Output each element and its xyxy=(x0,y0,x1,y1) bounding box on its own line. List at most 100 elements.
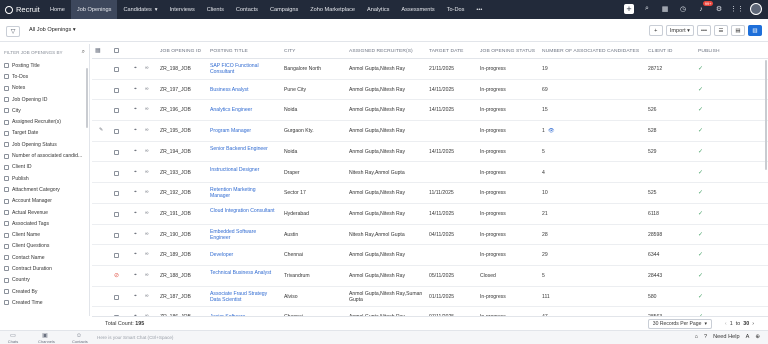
filter-item[interactable]: Job Opening Status xyxy=(0,139,89,150)
app-logo[interactable]: Recruit xyxy=(0,5,44,14)
need-help-link[interactable]: Need Help xyxy=(713,334,739,340)
row-checkbox[interactable] xyxy=(114,191,119,197)
records-per-page-select[interactable]: 30 Records Per Page ▾ xyxy=(647,319,712,329)
preview-glasses-icon[interactable]: ∞ xyxy=(145,148,149,154)
nav-item-job-openings[interactable]: Job Openings xyxy=(70,0,118,19)
table-row[interactable]: ✎ ⌖ ∞ ZR_195_JOB Program Manager Gurgaon Kty.… xyxy=(92,121,768,142)
table-row[interactable]: ⌖ ∞ ZR_187_JOB Associate Fraud Strategy Dat… xyxy=(92,287,768,308)
filter-item[interactable]: Assigned Recruiter(s) xyxy=(0,116,89,127)
table-scrollbar[interactable] xyxy=(765,60,767,170)
cell-title[interactable]: Embedded Software Engineer xyxy=(210,229,276,242)
cell-title[interactable]: Business Analyst xyxy=(210,87,276,93)
filter-item[interactable]: To-Dos xyxy=(0,71,89,82)
pin-icon[interactable]: ⌖ xyxy=(134,189,137,195)
contacts-button[interactable]: ☺ Contacts xyxy=(72,333,88,344)
row-checkbox[interactable] xyxy=(114,149,119,155)
table-row[interactable]: ⌖ ∞ ZR_194_JOB Senior Backend Engineer Noida… xyxy=(92,142,768,163)
filter-item[interactable]: Client ID xyxy=(0,162,89,173)
filter-item[interactable]: Client Name xyxy=(0,229,89,240)
header-job-opening-id[interactable]: JOB OPENING ID xyxy=(160,49,201,54)
view-selector[interactable]: All Job Openings ▾ xyxy=(29,27,76,33)
pin-icon[interactable]: ⌖ xyxy=(134,293,137,299)
cell-title[interactable]: Analytics Engineer xyxy=(210,107,276,113)
pin-icon[interactable]: ⌖ xyxy=(134,210,137,216)
preview-glasses-icon[interactable]: ∞ xyxy=(145,293,149,299)
filter-checkbox[interactable] xyxy=(4,164,9,170)
filter-item[interactable]: Created By xyxy=(0,286,89,297)
header-client-id[interactable]: CLIENT ID xyxy=(648,49,672,54)
table-row[interactable]: ⌖ ∞ ZR_197_JOB Business Analyst Pune City Anm… xyxy=(92,80,768,101)
row-checkbox[interactable] xyxy=(114,253,119,259)
smart-chat-input[interactable]: Here is your Smart Chat (Ctrl+Space) xyxy=(97,335,173,340)
nav-item-to-dos[interactable]: To-Dos xyxy=(441,0,471,19)
filter-checkbox[interactable] xyxy=(4,243,9,249)
attach-icon[interactable]: ⌂ xyxy=(695,334,698,340)
zoom-icon[interactable]: ⊕ xyxy=(755,334,760,340)
list-view-button[interactable]: ☰ xyxy=(714,25,728,36)
header-posting-title[interactable]: POSTING TITLE xyxy=(210,49,248,54)
filter-checkbox[interactable] xyxy=(4,300,9,306)
filter-checkbox[interactable] xyxy=(4,63,9,69)
table-row[interactable]: ⌖ ∞ ZR_190_JOB Embedded Software Engineer Au… xyxy=(92,225,768,246)
filter-toggle-button[interactable]: ▽ xyxy=(6,26,20,37)
row-checkbox[interactable] xyxy=(114,232,119,238)
header-target-date[interactable]: TARGET DATE xyxy=(429,49,464,54)
create-job-button[interactable]: + xyxy=(648,25,663,36)
filter-checkbox[interactable] xyxy=(4,74,9,80)
cell-title[interactable]: Associate Fraud Strategy Data Scientist xyxy=(210,291,276,304)
filter-item[interactable]: Number of associated candid... xyxy=(0,150,89,161)
cell-title[interactable]: SAP FICO Functional Consultant xyxy=(210,63,276,76)
preview-glasses-icon[interactable]: ∞ xyxy=(145,65,149,71)
filter-checkbox[interactable] xyxy=(4,130,9,136)
table-row[interactable]: ⊘ ⌖ ∞ ZR_188_JOB Technical Business Analyst T… xyxy=(92,266,768,287)
filter-checkbox[interactable] xyxy=(4,97,9,103)
table-row[interactable]: ⌖ ∞ ZR_196_JOB Analytics Engineer Noida Anmol… xyxy=(92,100,768,122)
filter-item[interactable]: Account Manager xyxy=(0,196,89,207)
header-city[interactable]: CITY xyxy=(284,49,296,54)
filter-item[interactable]: Target Date xyxy=(0,128,89,139)
row-checkbox[interactable] xyxy=(114,211,119,217)
pin-icon[interactable]: ⌖ xyxy=(134,127,137,133)
cell-title[interactable]: Technical Business Analyst xyxy=(210,270,276,276)
nav-item-zoho-marketplace[interactable]: Zoho Marketplace xyxy=(304,0,361,19)
filter-item[interactable]: Country xyxy=(0,275,89,286)
filter-item[interactable]: Publish xyxy=(0,173,89,184)
filter-checkbox[interactable] xyxy=(4,232,9,238)
header-number-of-candidates[interactable]: NUMBER OF ASSOCIATED CANDIDATES xyxy=(542,49,639,54)
table-row[interactable]: ⌖ ∞ ZR_198_JOB SAP FICO Functional Consulta… xyxy=(92,59,768,80)
preview-glasses-icon[interactable]: ∞ xyxy=(145,106,149,112)
channels-button[interactable]: ▣ Channels xyxy=(38,333,55,344)
cell-title[interactable]: Retention Marketing Manager xyxy=(210,187,276,200)
header-assigned-recruiters[interactable]: ASSIGNED RECRUITER(S) xyxy=(349,49,413,54)
nav-item-candidates[interactable]: Candidates ▾ xyxy=(117,0,163,19)
preview-glasses-icon[interactable]: ∞ xyxy=(145,210,149,216)
cell-title[interactable]: Developer xyxy=(210,252,276,258)
table-row[interactable]: ⌖ ∞ ZR_191_JOB Cloud Integration Consultant… xyxy=(92,204,768,225)
preview-glasses-icon[interactable]: ∞ xyxy=(145,86,149,92)
filter-checkbox[interactable] xyxy=(4,198,9,204)
row-checkbox[interactable] xyxy=(114,67,119,72)
filter-search[interactable]: FILTER JOB OPENINGS BY ⌕ xyxy=(0,44,89,60)
pin-icon[interactable]: ⌖ xyxy=(134,65,137,71)
filter-checkbox[interactable] xyxy=(4,119,9,125)
row-checkbox[interactable] xyxy=(114,87,119,93)
pin-icon[interactable]: ⌖ xyxy=(134,86,137,92)
header-publish[interactable]: PUBLISH xyxy=(698,49,720,54)
filter-item[interactable]: Created Time xyxy=(0,297,89,308)
sheet-view-button[interactable]: ▤ xyxy=(731,25,745,36)
table-row[interactable]: ⌖∞ZR_186_JOBJunior SoftwareChennaiAnmol … xyxy=(92,307,768,316)
preview-glasses-icon[interactable]: ∞ xyxy=(145,127,149,133)
pin-icon[interactable]: ⌖ xyxy=(134,231,137,237)
filter-item[interactable]: Job Opening ID xyxy=(0,94,89,105)
filter-checkbox[interactable] xyxy=(4,187,9,193)
preview-glasses-icon[interactable]: ∞ xyxy=(145,169,149,175)
next-page-icon[interactable]: › xyxy=(752,321,754,327)
kanban-view-button[interactable]: ▥ xyxy=(748,25,762,36)
table-row[interactable]: ⌖ ∞ ZR_193_JOB Instructional Designer Draper… xyxy=(92,163,768,184)
table-row[interactable]: ⌖ ∞ ZR_189_JOB Developer Chennai Anmol Gupta,… xyxy=(92,245,768,266)
column-settings-icon[interactable]: ▦ xyxy=(95,47,101,54)
pin-icon[interactable]: ⌖ xyxy=(134,169,137,175)
filter-item[interactable]: Actual Revenue xyxy=(0,207,89,218)
filter-checkbox[interactable] xyxy=(4,289,9,295)
cell-title[interactable]: Program Manager xyxy=(210,128,276,134)
